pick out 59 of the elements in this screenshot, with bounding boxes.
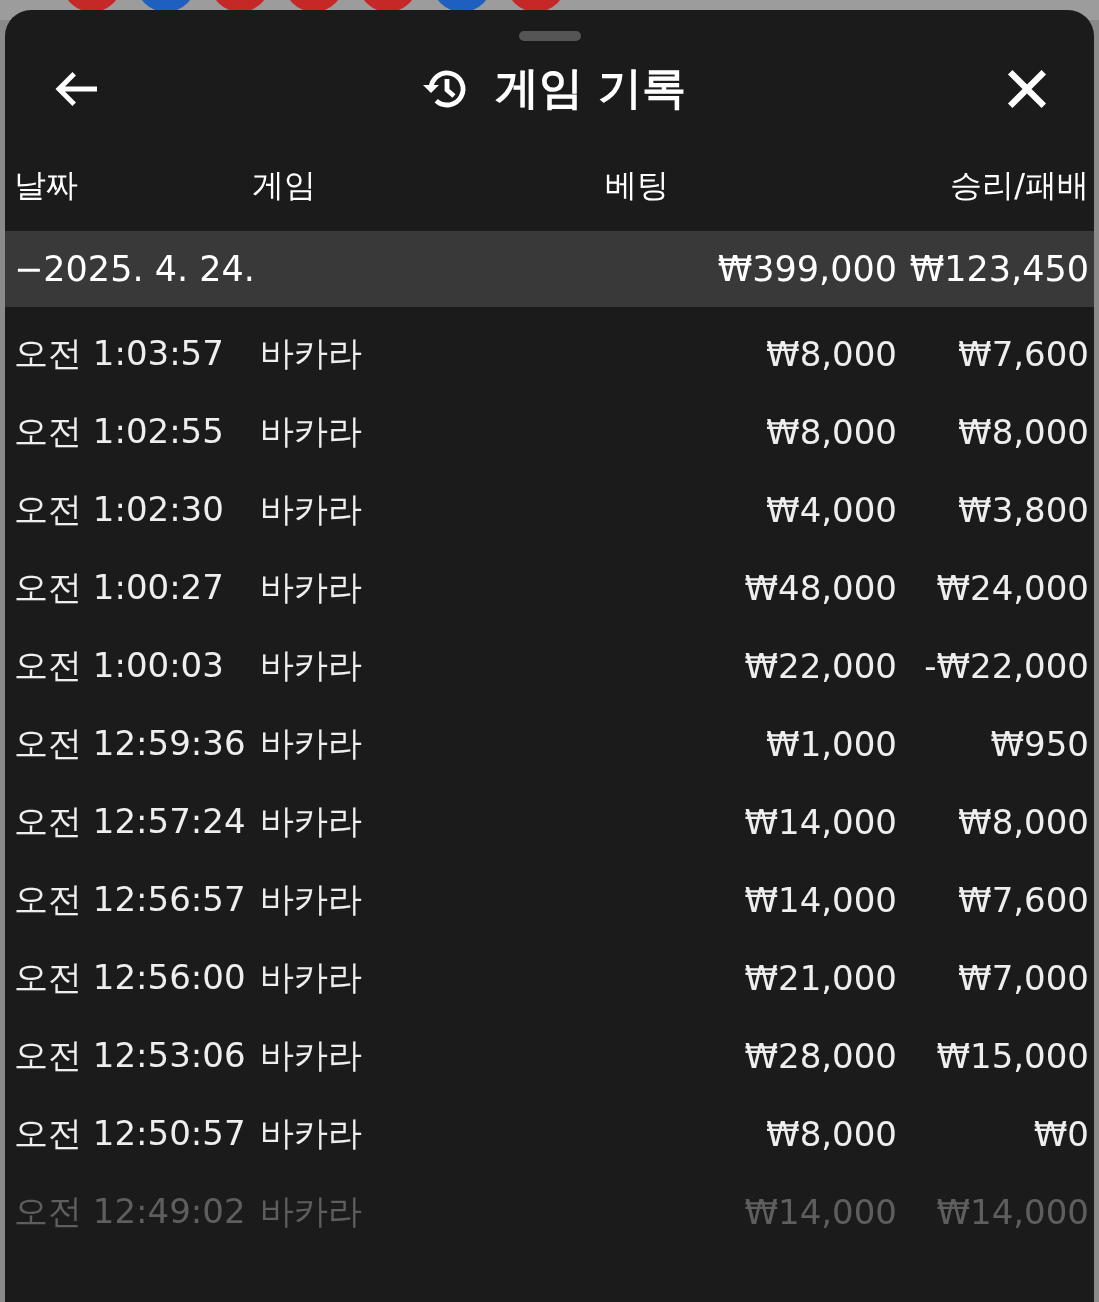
- game-cell-text: 바카라: [260, 644, 363, 687]
- bet-cell-text: ₩8,000: [765, 1114, 897, 1154]
- close-icon[interactable]: [1006, 67, 1048, 110]
- game-cell-text: 바카라: [260, 488, 363, 531]
- result-cell-text: ₩24,000: [935, 568, 1089, 608]
- game-cell-text: 바카라: [260, 566, 363, 609]
- result-cell-text: -₩22,000: [923, 646, 1089, 686]
- result-cell-text: ₩8,000: [957, 412, 1089, 452]
- bet-total: ₩399,000: [716, 249, 897, 289]
- bet-cell-text: ₩14,000: [743, 1192, 897, 1232]
- result-cell-text: ₩7,600: [957, 880, 1089, 920]
- time-cell-text: 오전 1:00:27: [14, 566, 225, 609]
- drag-handle[interactable]: [518, 31, 581, 41]
- time-cell-text: 오전 1:02:30: [14, 488, 225, 531]
- game-cell-text: 바카라: [260, 800, 363, 843]
- game-cell-text: 바카라: [260, 722, 363, 765]
- time-cell-text: 오전 12:50:57: [14, 1112, 247, 1155]
- time-cell-text: 오전 12:59:36: [14, 722, 247, 765]
- bet-cell-text: ₩4,000: [765, 490, 897, 530]
- result-cell-text: ₩14,000: [935, 1192, 1089, 1232]
- bet-cell-text: ₩1,000: [765, 724, 897, 764]
- game-cell-text: 바카라: [260, 1112, 363, 1155]
- time-cell-text: 오전 12:56:00: [14, 956, 247, 999]
- time-cell-text: 오전 12:49:02: [14, 1190, 247, 1233]
- column-header: 날짜: [14, 165, 78, 206]
- result-cell-text: ₩8,000: [957, 802, 1089, 842]
- result-cell-text: ₩0: [1032, 1114, 1089, 1154]
- time-cell-text: 오전 12:56:57: [14, 878, 247, 921]
- group-date: −2025. 4. 24.: [14, 249, 256, 289]
- time-cell-text: 오전 12:57:24: [14, 800, 247, 843]
- bet-cell-text: ₩8,000: [765, 412, 897, 452]
- result-cell-text: ₩3,800: [957, 490, 1089, 530]
- result-total: ₩123,450: [908, 249, 1089, 289]
- result-cell-text: ₩7,600: [957, 334, 1089, 374]
- game-cell-text: 바카라: [260, 410, 363, 453]
- time-cell-text: 오전 12:53:06: [14, 1034, 247, 1077]
- bet-cell-text: ₩28,000: [743, 1036, 897, 1076]
- game-cell-text: 바카라: [260, 878, 363, 921]
- bet-cell-text: ₩48,000: [743, 568, 897, 608]
- time-cell-text: 오전 1:02:55: [14, 410, 225, 453]
- game-cell-text: 바카라: [260, 332, 363, 375]
- window-title: 게임 기록: [494, 61, 687, 115]
- game-cell-text: 바카라: [260, 956, 363, 999]
- result-cell-text: ₩950: [989, 724, 1089, 764]
- result-cell-text: ₩7,000: [957, 958, 1089, 998]
- column-header: 베팅: [605, 165, 669, 206]
- result-cell-text: ₩15,000: [935, 1036, 1089, 1076]
- game-cell-text: 바카라: [260, 1034, 363, 1077]
- date-group-row[interactable]: −2025. 4. 24. ₩399,000 ₩123,450: [5, 231, 1094, 307]
- bet-cell-text: ₩8,000: [765, 334, 897, 374]
- time-cell-text: 오전 1:03:57: [14, 332, 225, 375]
- column-header: 게임: [252, 165, 316, 206]
- bet-cell-text: ₩21,000: [743, 958, 897, 998]
- column-header: 승리/패배: [950, 165, 1089, 206]
- game-cell-text: 바카라: [260, 1190, 363, 1233]
- bet-cell-text: ₩22,000: [743, 646, 897, 686]
- time-cell-text: 오전 1:00:03: [14, 644, 225, 687]
- bet-cell-text: ₩14,000: [743, 802, 897, 842]
- bet-cell-text: ₩14,000: [743, 880, 897, 920]
